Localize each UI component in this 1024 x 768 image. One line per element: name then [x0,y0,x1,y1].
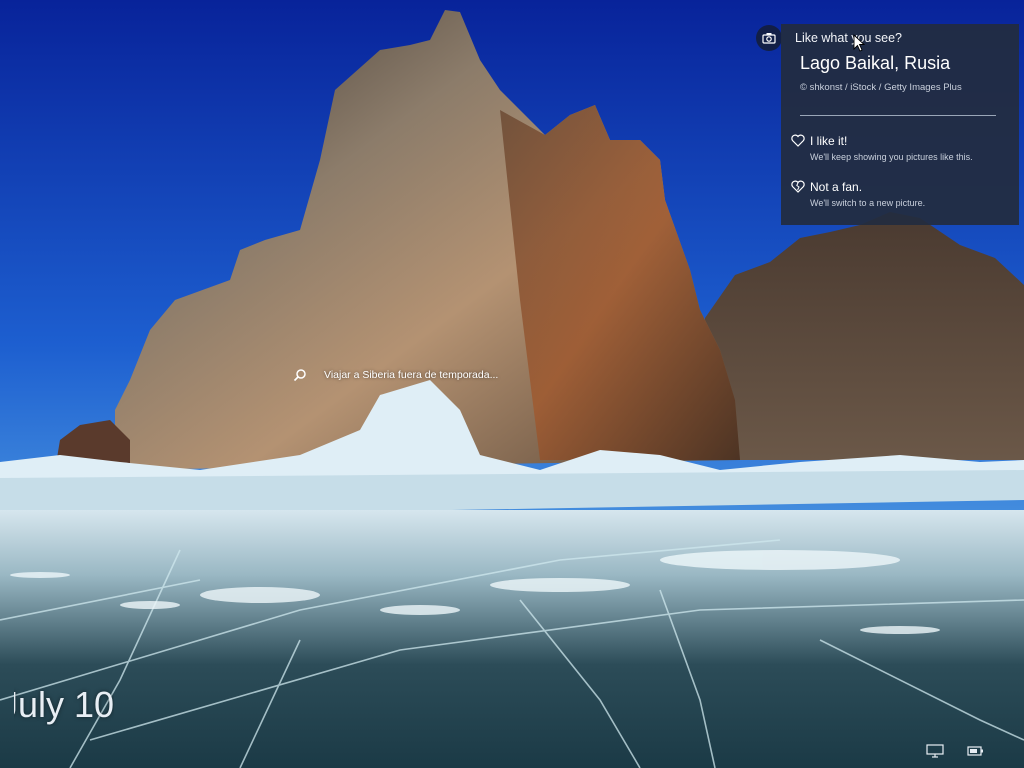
power-button[interactable] [966,744,984,758]
search-icon [293,369,306,382]
heart-icon [791,134,805,147]
location-title: Lago Baikal, Rusia [800,53,951,73]
search-hint[interactable]: Viajar a Siberia fuera de temporada... [293,366,498,384]
flyout-header: Like what you see? [795,31,903,45]
lock-screen: Like what you see? Lago Baikal, Rusia © … [0,0,1024,768]
search-hint-text: Viajar a Siberia fuera de temporada... [324,369,499,381]
dislike-description: We'll switch to a new picture. [810,198,926,208]
camera-icon [762,33,776,44]
photo-credit: © shkonst / iStock / Getty Images Plus [800,82,962,93]
dislike-option[interactable]: Not a fan. We'll switch to a new picture… [791,178,1013,218]
like-option[interactable]: I like it! We'll keep showing you pictur… [791,132,1013,172]
lock-screen-date: July 10 [0,684,115,725]
network-button[interactable] [926,744,944,758]
like-description: We'll keep showing you pictures like thi… [810,152,973,162]
spotlight-flyout: Like what you see? Lago Baikal, Rusia © … [781,24,1019,225]
divider [800,115,996,116]
power-icon [967,746,983,756]
dislike-label: Not a fan. [810,180,863,194]
broken-heart-icon [791,180,805,193]
like-label: I like it! [810,134,848,148]
mouse-cursor-icon [853,34,865,52]
network-icon [926,744,944,758]
camera-button[interactable] [756,25,782,51]
